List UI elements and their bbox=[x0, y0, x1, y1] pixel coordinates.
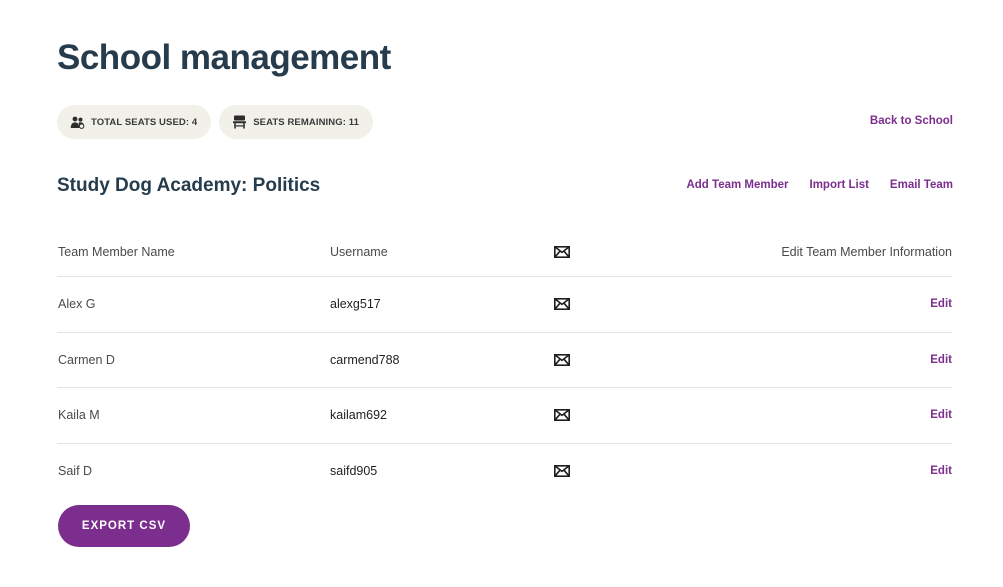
school-management-page: School management TOTAL SEATS USED: 4 SE… bbox=[0, 0, 1003, 587]
member-username: saifd905 bbox=[330, 464, 378, 479]
table-header-row: Team Member Name Username Edit Team Memb… bbox=[57, 227, 952, 277]
team-actions: Add Team Member Import List Email Team bbox=[686, 179, 953, 191]
edit-member-link[interactable]: Edit bbox=[930, 409, 952, 421]
member-name: Kaila M bbox=[58, 408, 100, 423]
envelope-icon[interactable] bbox=[554, 465, 570, 478]
team-members-table: Team Member Name Username Edit Team Memb… bbox=[57, 227, 952, 499]
section-title: Study Dog Academy: Politics bbox=[57, 175, 321, 196]
email-team-link[interactable]: Email Team bbox=[890, 179, 953, 191]
header-name: Team Member Name bbox=[58, 244, 175, 259]
member-name: Carmen D bbox=[58, 352, 115, 367]
total-seats-badge: TOTAL SEATS USED: 4 bbox=[57, 105, 212, 139]
page-title: School management bbox=[57, 38, 391, 77]
edit-member-link[interactable]: Edit bbox=[930, 465, 952, 477]
envelope-icon[interactable] bbox=[554, 353, 570, 366]
header-username: Username bbox=[330, 244, 388, 259]
back-to-school-link[interactable]: Back to School bbox=[870, 115, 953, 127]
member-username: alexg517 bbox=[330, 297, 381, 312]
envelope-icon[interactable] bbox=[554, 409, 570, 422]
seat-badges: TOTAL SEATS USED: 4 SEATS REMAINING: 11 bbox=[57, 105, 373, 139]
desk-chair-icon bbox=[232, 115, 247, 129]
import-list-link[interactable]: Import List bbox=[810, 179, 869, 191]
envelope-icon[interactable] bbox=[554, 298, 570, 311]
total-seats-label: TOTAL SEATS USED: 4 bbox=[91, 116, 198, 128]
member-username: carmend788 bbox=[330, 352, 400, 367]
member-name: Saif D bbox=[58, 464, 93, 479]
table-row: Alex G alexg517 Edit bbox=[57, 277, 952, 333]
header-edit: Edit Team Member Information bbox=[781, 244, 952, 259]
member-username: kailam692 bbox=[330, 408, 387, 423]
member-name: Alex G bbox=[58, 297, 96, 312]
seats-remaining-badge: SEATS REMAINING: 11 bbox=[219, 105, 373, 139]
table-row: Saif D saifd905 Edit bbox=[57, 444, 952, 500]
export-csv-button[interactable]: EXPORT CSV bbox=[58, 505, 190, 547]
users-icon bbox=[70, 116, 85, 129]
edit-member-link[interactable]: Edit bbox=[930, 354, 952, 366]
seats-remaining-label: SEATS REMAINING: 11 bbox=[253, 116, 359, 128]
table-row: Kaila M kailam692 Edit bbox=[57, 388, 952, 444]
table-row: Carmen D carmend788 Edit bbox=[57, 333, 952, 388]
envelope-icon bbox=[554, 245, 570, 258]
edit-member-link[interactable]: Edit bbox=[930, 298, 952, 310]
add-team-member-link[interactable]: Add Team Member bbox=[686, 179, 788, 191]
